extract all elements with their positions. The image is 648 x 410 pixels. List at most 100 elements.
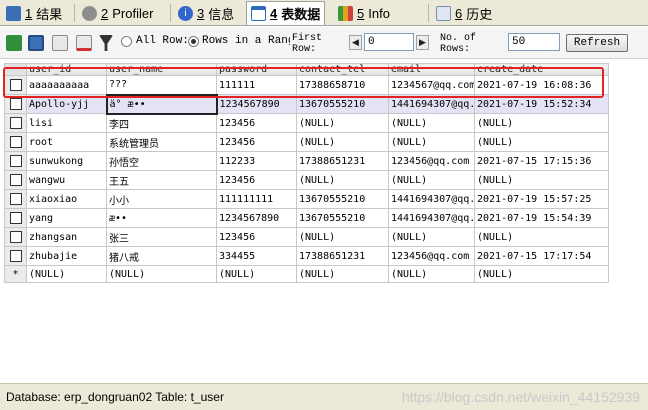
column-header[interactable]: create_date xyxy=(474,63,609,76)
row-checkbox[interactable] xyxy=(4,75,27,95)
table-row[interactable]: Apollo-yjj ä° æ•• 1234567890 13670555210… xyxy=(4,93,609,115)
table-cell[interactable]: (NULL) xyxy=(474,132,609,152)
table-cell[interactable]: 123456 xyxy=(216,227,297,247)
table-cell[interactable]: ??? xyxy=(106,75,217,95)
new-row[interactable]: * (NULL) (NULL) (NULL) (NULL) (NULL) (NU… xyxy=(4,265,609,283)
table-row[interactable]: wangwu 王五 123456 (NULL) (NULL) (NULL) xyxy=(4,170,609,190)
table-cell[interactable]: lisi xyxy=(26,113,107,133)
table-cell[interactable]: 2021-07-15 17:17:54 xyxy=(474,246,609,266)
row-checkbox[interactable] xyxy=(4,113,27,133)
table-cell[interactable]: 猪八戒 xyxy=(106,246,217,266)
table-cell[interactable]: 1441694307@qq. xyxy=(388,208,475,228)
row-checkbox[interactable] xyxy=(4,246,27,266)
first-row-next-button[interactable]: ▶ xyxy=(416,35,429,50)
table-cell[interactable]: 17388651231 xyxy=(296,246,389,266)
cancel-changes-icon[interactable] xyxy=(76,35,92,51)
table-row[interactable]: sunwukong 孙悟空 112233 17388651231 123456@… xyxy=(4,151,609,171)
table-cell[interactable]: 系统管理员 xyxy=(106,132,217,152)
tab-history[interactable]: 6 历史 xyxy=(432,2,496,25)
column-header[interactable]: contact_tel xyxy=(296,63,389,76)
table-cell[interactable]: 2021-07-19 15:52:34 xyxy=(474,94,609,114)
table-cell-active[interactable]: ä° æ•• xyxy=(105,93,218,115)
table-cell[interactable]: 111111 xyxy=(216,75,297,95)
table-cell[interactable]: (NULL) xyxy=(474,227,609,247)
table-cell[interactable]: 小小 xyxy=(106,189,217,209)
table-cell[interactable]: 334455 xyxy=(216,246,297,266)
table-cell[interactable]: (NULL) xyxy=(296,170,389,190)
delete-row-icon[interactable] xyxy=(52,35,68,51)
table-cell[interactable]: 1234567890 xyxy=(216,94,297,114)
table-cell[interactable]: (NULL) xyxy=(474,170,609,190)
table-cell[interactable]: 123456@qq.com xyxy=(388,246,475,266)
tab-profiler[interactable]: 2 Profiler xyxy=(78,2,157,25)
first-row-prev-button[interactable]: ◀ xyxy=(349,35,362,50)
insert-row-icon[interactable] xyxy=(6,35,22,51)
table-cell[interactable]: (NULL) xyxy=(474,113,609,133)
table-cell[interactable]: (NULL) xyxy=(474,265,609,283)
table-cell[interactable]: 1441694307@qq. xyxy=(388,94,475,114)
column-header[interactable]: user_id xyxy=(26,63,107,76)
table-cell[interactable]: 2021-07-19 16:08:36 xyxy=(474,75,609,95)
table-cell[interactable]: (NULL) xyxy=(216,265,297,283)
table-cell[interactable]: 13670555210 xyxy=(296,189,389,209)
row-checkbox[interactable] xyxy=(4,151,27,171)
row-checkbox[interactable] xyxy=(4,132,27,152)
first-row-input[interactable] xyxy=(364,33,414,51)
table-row[interactable]: yang æ•• 1234567890 13670555210 14416943… xyxy=(4,208,609,228)
column-header[interactable]: email xyxy=(388,63,475,76)
refresh-button[interactable]: Refresh xyxy=(566,34,628,52)
table-cell[interactable]: zhubajie xyxy=(26,246,107,266)
row-checkbox[interactable] xyxy=(4,189,27,209)
table-cell[interactable]: 2021-07-19 15:54:39 xyxy=(474,208,609,228)
table-cell[interactable]: 1234567@qq.com xyxy=(388,75,475,95)
table-cell[interactable]: 123456 xyxy=(216,113,297,133)
table-cell[interactable]: 123456 xyxy=(216,132,297,152)
table-cell[interactable]: Apollo-yjj xyxy=(26,94,107,114)
table-cell[interactable]: 123456 xyxy=(216,170,297,190)
table-cell[interactable]: 王五 xyxy=(106,170,217,190)
table-cell[interactable]: (NULL) xyxy=(388,265,475,283)
tab-info[interactable]: i 3 信息 xyxy=(174,2,238,25)
table-cell[interactable]: yang xyxy=(26,208,107,228)
save-icon[interactable] xyxy=(28,35,44,51)
table-cell[interactable]: 13670555210 xyxy=(296,208,389,228)
table-cell[interactable]: (NULL) xyxy=(296,227,389,247)
table-cell[interactable]: 123456@qq.com xyxy=(388,151,475,171)
table-row[interactable]: root 系统管理员 123456 (NULL) (NULL) (NULL) xyxy=(4,132,609,152)
table-row[interactable]: lisi 李四 123456 (NULL) (NULL) (NULL) xyxy=(4,113,609,133)
rows-range-radio[interactable] xyxy=(188,36,199,47)
table-cell[interactable]: (NULL) xyxy=(106,265,217,283)
table-cell[interactable]: 2021-07-15 17:15:36 xyxy=(474,151,609,171)
no-of-rows-input[interactable] xyxy=(508,33,560,51)
tab-results[interactable]: 1 结果 xyxy=(2,2,66,25)
table-cell[interactable]: 17388658710 xyxy=(296,75,389,95)
row-checkbox[interactable] xyxy=(4,94,27,114)
table-cell[interactable]: 17388651231 xyxy=(296,151,389,171)
table-cell[interactable]: aaaaaaaaaa xyxy=(26,75,107,95)
table-cell[interactable]: (NULL) xyxy=(296,132,389,152)
table-cell[interactable]: 13670555210 xyxy=(296,94,389,114)
table-cell[interactable]: 李四 xyxy=(106,113,217,133)
table-cell[interactable]: (NULL) xyxy=(296,265,389,283)
table-cell[interactable]: (NULL) xyxy=(388,227,475,247)
tab-info-chart[interactable]: 5 Info xyxy=(334,2,394,25)
table-cell[interactable]: 张三 xyxy=(106,227,217,247)
filter-icon[interactable] xyxy=(99,35,113,51)
row-checkbox[interactable] xyxy=(4,208,27,228)
table-cell[interactable]: root xyxy=(26,132,107,152)
column-header[interactable]: user_name xyxy=(106,63,217,76)
row-checkbox[interactable] xyxy=(4,170,27,190)
table-cell[interactable]: zhangsan xyxy=(26,227,107,247)
table-cell[interactable]: 112233 xyxy=(216,151,297,171)
table-cell[interactable]: (NULL) xyxy=(388,113,475,133)
table-cell[interactable]: (NULL) xyxy=(296,113,389,133)
table-cell[interactable]: 2021-07-19 15:57:25 xyxy=(474,189,609,209)
table-cell[interactable]: (NULL) xyxy=(26,265,107,283)
table-row[interactable]: xiaoxiao 小小 111111111 13670555210 144169… xyxy=(4,189,609,209)
table-cell[interactable]: (NULL) xyxy=(388,132,475,152)
table-cell[interactable]: wangwu xyxy=(26,170,107,190)
table-cell[interactable]: 孙悟空 xyxy=(106,151,217,171)
tab-table-data[interactable]: 4 表数据 xyxy=(246,1,326,25)
table-row[interactable]: zhubajie 猪八戒 334455 17388651231 123456@q… xyxy=(4,246,609,266)
column-header[interactable]: password xyxy=(216,63,297,76)
